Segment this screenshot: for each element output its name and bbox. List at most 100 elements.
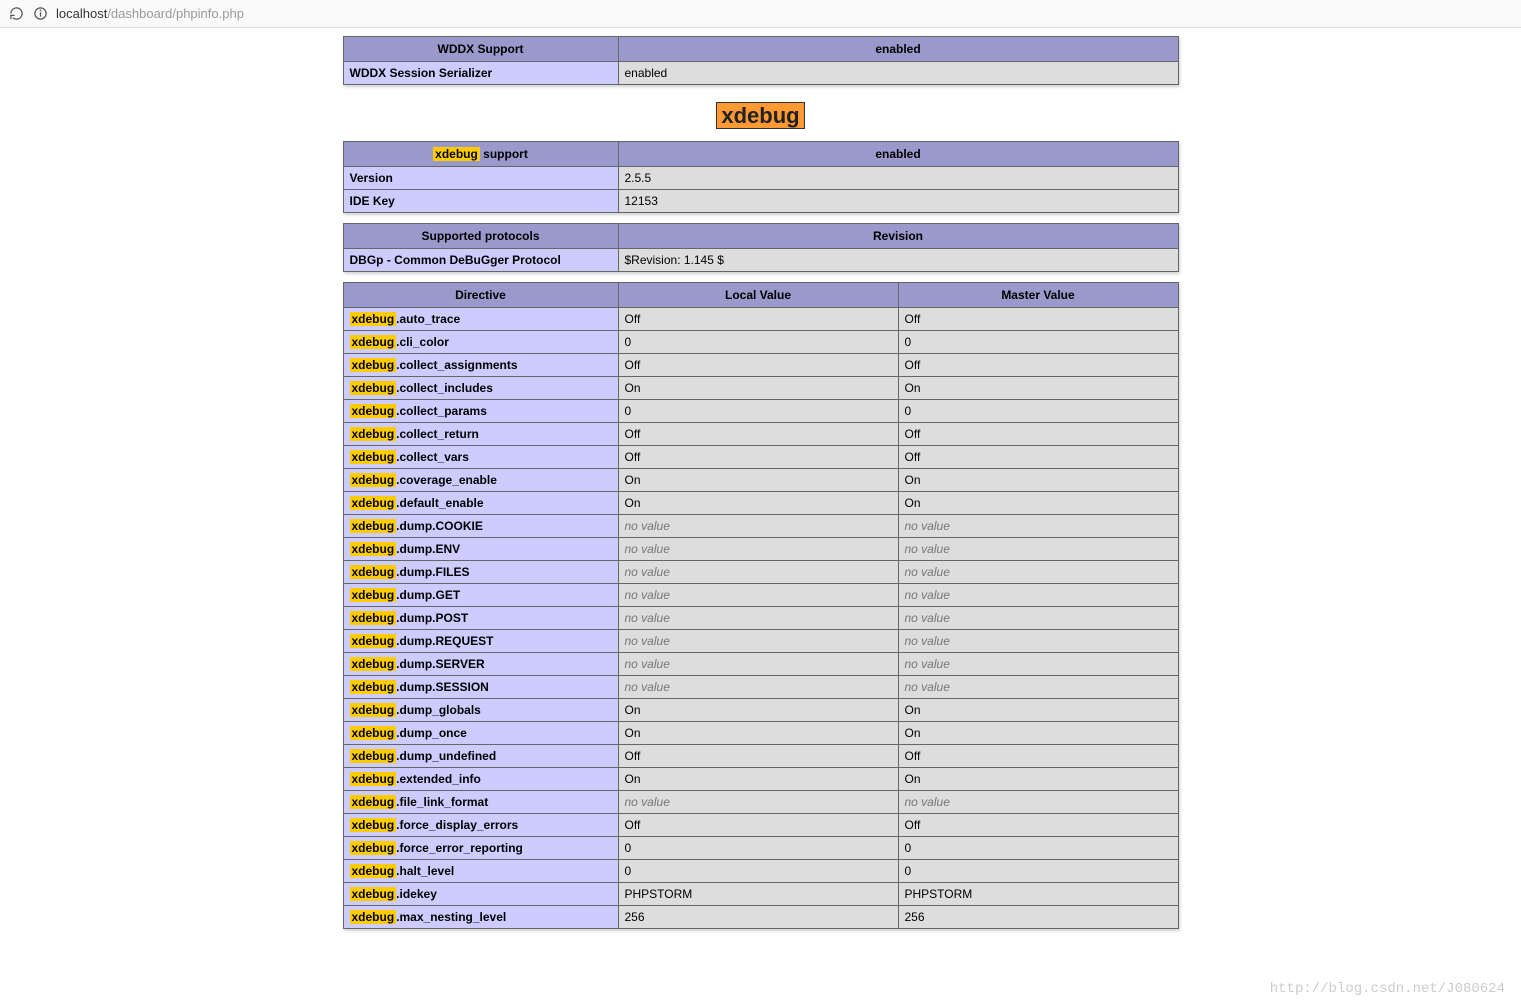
info-icon[interactable] [32,6,48,22]
directive-name: xdebug.max_nesting_level [343,906,618,929]
phpinfo-page: WDDX Support enabled WDDX Session Serial… [343,36,1179,929]
directive-name: xdebug.dump.SESSION [343,676,618,699]
directive-suffix: .extended_info [396,772,481,786]
table-row: xdebug.dump.COOKIEno valueno value [343,515,1178,538]
local-value: no value [618,630,898,653]
table-row: xdebug.force_display_errorsOffOff [343,814,1178,837]
table-row: xdebug.dump_onceOnOn [343,722,1178,745]
directive-name: xdebug.cli_color [343,331,618,354]
directive-name: xdebug.idekey [343,883,618,906]
master-value: Off [898,308,1178,331]
master-value: PHPSTORM [898,883,1178,906]
directive-suffix: .dump.COOKIE [396,519,483,533]
table-row: Version2.5.5 [343,167,1178,190]
master-value: 0 [898,837,1178,860]
directive-suffix: .auto_trace [396,312,460,326]
local-value: no value [618,791,898,814]
directive-prefix: xdebug [350,381,397,395]
master-value: 0 [898,400,1178,423]
directive-name: xdebug.default_enable [343,492,618,515]
directive-name: xdebug.force_error_reporting [343,837,618,860]
directive-name: xdebug.dump.POST [343,607,618,630]
support-header-suffix: support [480,147,528,161]
master-value: no value [898,653,1178,676]
support-header-right: enabled [618,142,1178,167]
xdebug-support-table: xdebug support enabled Version2.5.5IDE K… [343,141,1179,213]
table-row: DBGp - Common DeBuGger Protocol $Revisio… [343,249,1178,272]
master-value: On [898,699,1178,722]
master-value: no value [898,561,1178,584]
table-row: xdebug.default_enableOnOn [343,492,1178,515]
url-path: /dashboard/phpinfo.php [107,6,244,21]
directive-prefix: xdebug [350,427,397,441]
master-value: Off [898,446,1178,469]
local-value: On [618,377,898,400]
directive-suffix: .dump_once [396,726,467,740]
directive-prefix: xdebug [350,703,397,717]
directive-prefix: xdebug [350,450,397,464]
directive-suffix: .cli_color [396,335,449,349]
table-row: xdebug.dump_globalsOnOn [343,699,1178,722]
section-title: xdebug [343,103,1179,129]
directives-header-master: Master Value [898,283,1178,308]
directive-label: Version [343,167,618,190]
directive-suffix: .force_error_reporting [396,841,523,855]
master-value: Off [898,745,1178,768]
local-value: 0 [618,837,898,860]
protocols-row-value: $Revision: 1.145 $ [618,249,1178,272]
directive-name: xdebug.collect_params [343,400,618,423]
reload-icon[interactable] [8,6,24,22]
table-row: IDE Key12153 [343,190,1178,213]
local-value: no value [618,538,898,561]
master-value: no value [898,791,1178,814]
directive-suffix: .collect_assignments [396,358,517,372]
directive-suffix: .dump.ENV [396,542,460,556]
directive-suffix: .halt_level [396,864,454,878]
directive-prefix: xdebug [350,335,397,349]
support-header-left: xdebug support [343,142,618,167]
directive-suffix: .dump.SESSION [396,680,489,694]
url-field[interactable]: localhost/dashboard/phpinfo.php [56,4,1513,23]
directive-suffix: .coverage_enable [396,473,497,487]
table-row: xdebug.dump.ENVno valueno value [343,538,1178,561]
local-value: Off [618,446,898,469]
directive-name: xdebug.dump.COOKIE [343,515,618,538]
table-row: xdebug.force_error_reporting00 [343,837,1178,860]
directive-suffix: .file_link_format [396,795,488,809]
directive-name: xdebug.extended_info [343,768,618,791]
master-value: 256 [898,906,1178,929]
directive-name: xdebug.dump.SERVER [343,653,618,676]
directive-prefix: xdebug [350,473,397,487]
directive-suffix: .force_display_errors [396,818,518,832]
directive-name: xdebug.collect_includes [343,377,618,400]
directive-suffix: .collect_return [396,427,479,441]
directive-prefix: xdebug [350,519,397,533]
table-row: xdebug.collect_varsOffOff [343,446,1178,469]
protocols-header-right: Revision [618,224,1178,249]
directive-name: xdebug.dump_once [343,722,618,745]
directive-prefix: xdebug [350,542,397,556]
table-row: xdebug.file_link_formatno valueno value [343,791,1178,814]
directive-suffix: .collect_includes [396,381,493,395]
directives-header-directive: Directive [343,283,618,308]
local-value: no value [618,515,898,538]
table-row: xdebug.idekeyPHPSTORMPHPSTORM [343,883,1178,906]
directive-name: xdebug.dump_globals [343,699,618,722]
master-value: 0 [898,860,1178,883]
master-value: On [898,469,1178,492]
protocols-table: Supported protocols Revision DBGp - Comm… [343,223,1179,272]
master-value: 0 [898,331,1178,354]
directive-suffix: .max_nesting_level [396,910,506,924]
directive-prefix: xdebug [350,657,397,671]
directive-prefix: xdebug [350,887,397,901]
table-row: xdebug.collect_params00 [343,400,1178,423]
directive-name: xdebug.dump.GET [343,584,618,607]
directive-prefix: xdebug [350,749,397,763]
master-value: On [898,492,1178,515]
table-row: xdebug.dump_undefinedOffOff [343,745,1178,768]
directive-prefix: xdebug [350,726,397,740]
directive-name: xdebug.auto_trace [343,308,618,331]
directive-name: xdebug.dump.REQUEST [343,630,618,653]
local-value: On [618,768,898,791]
directive-suffix: .dump.REQUEST [396,634,493,648]
